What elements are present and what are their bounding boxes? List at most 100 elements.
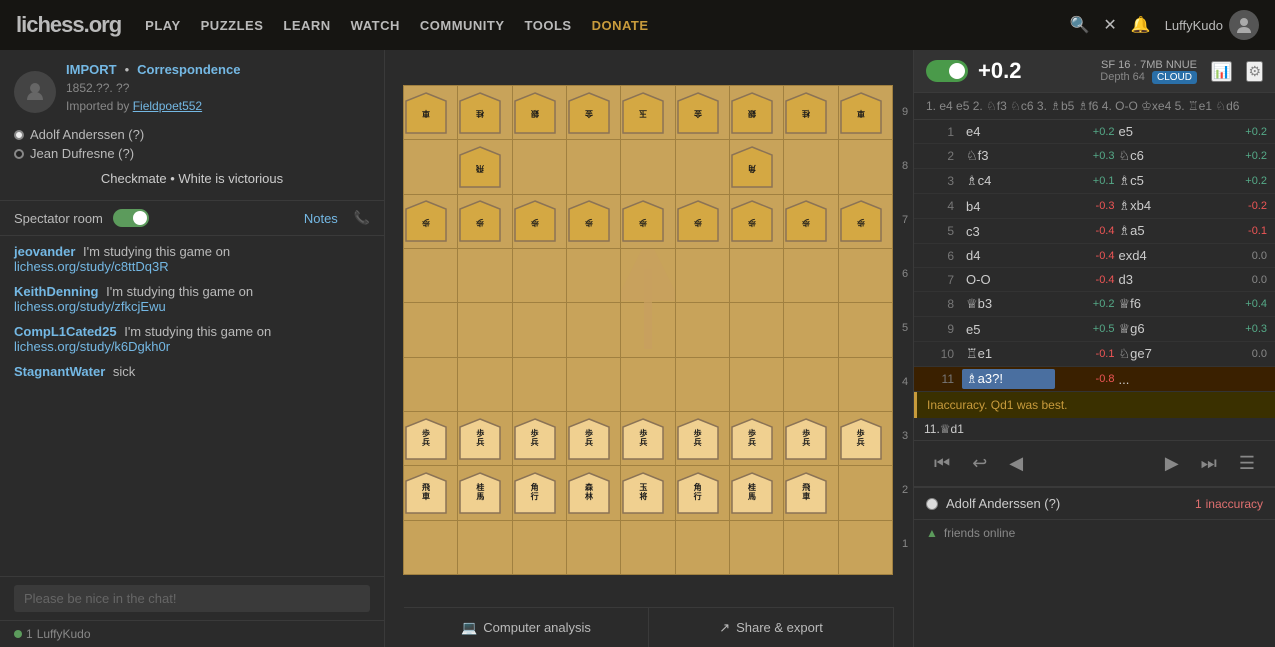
board-cell[interactable] <box>784 248 838 302</box>
board-cell[interactable]: 歩 <box>784 194 838 248</box>
move-1-black[interactable]: e5 <box>1115 122 1208 141</box>
move-11-white[interactable]: ♗a3?! <box>962 369 1055 389</box>
game-board[interactable]: 車 桂 銀 金 玉 <box>403 85 893 575</box>
move-7-black[interactable]: d3 <box>1115 270 1208 289</box>
board-cell[interactable]: 金 <box>675 86 729 140</box>
board-cell[interactable]: 車 <box>404 86 458 140</box>
board-cell[interactable] <box>729 248 783 302</box>
board-cell[interactable] <box>566 520 620 574</box>
board-cell[interactable] <box>729 357 783 411</box>
move-2-black[interactable]: ♘c6 <box>1115 146 1208 166</box>
board-cell[interactable]: 角 <box>729 140 783 194</box>
nav-watch[interactable]: WATCH <box>351 18 400 33</box>
board-cell[interactable] <box>675 248 729 302</box>
board-cell[interactable] <box>621 520 675 574</box>
board-cell[interactable]: 角行 <box>512 466 566 520</box>
last-move-button[interactable]: ⏭ <box>1193 449 1225 478</box>
chat-link-2[interactable]: lichess.org/study/k6Dgkh0r <box>14 339 370 354</box>
board-cell[interactable]: 歩 <box>838 194 892 248</box>
board-cell[interactable] <box>566 357 620 411</box>
board-cell[interactable] <box>458 357 512 411</box>
move-10-black[interactable]: ♘ge7 <box>1115 344 1208 364</box>
move-1-white[interactable]: e4 <box>962 122 1055 141</box>
board-cell[interactable] <box>512 140 566 194</box>
board-cell[interactable] <box>784 357 838 411</box>
board-cell[interactable]: 玉将 <box>621 466 675 520</box>
menu-button[interactable]: ☰ <box>1231 449 1263 478</box>
site-logo[interactable]: lichess.org <box>16 12 121 38</box>
board-cell[interactable]: 金 <box>566 86 620 140</box>
board-cell[interactable]: 歩兵 <box>784 411 838 465</box>
board-cell[interactable] <box>458 248 512 302</box>
board-cell[interactable] <box>512 357 566 411</box>
board-cell[interactable] <box>729 303 783 357</box>
engine-settings-button[interactable]: ⚙ <box>1246 61 1263 82</box>
engine-toggle[interactable] <box>926 60 968 82</box>
close-button[interactable]: ✕ <box>1103 15 1116 35</box>
board-cell[interactable] <box>675 140 729 194</box>
board-cell[interactable] <box>404 520 458 574</box>
board-cell[interactable]: 角行 <box>675 466 729 520</box>
import-link[interactable]: IMPORT <box>66 62 117 77</box>
board-cell[interactable] <box>621 140 675 194</box>
notification-button[interactable]: 🔔 <box>1131 15 1151 35</box>
board-cell[interactable]: 歩兵 <box>404 411 458 465</box>
board-cell[interactable]: 桂馬 <box>458 466 512 520</box>
board-cell[interactable] <box>621 303 675 357</box>
importer-link[interactable]: Fieldpoet552 <box>133 99 202 113</box>
move-10-white[interactable]: ♖e1 <box>962 344 1055 364</box>
board-cell[interactable] <box>566 140 620 194</box>
engine-graph-button[interactable]: 📊 <box>1211 61 1232 82</box>
board-cell[interactable] <box>838 303 892 357</box>
board-cell[interactable]: 歩兵 <box>566 411 620 465</box>
move-8-white[interactable]: ♕b3 <box>962 294 1055 314</box>
move-6-white[interactable]: d4 <box>962 246 1055 265</box>
board-cell[interactable] <box>404 357 458 411</box>
nav-community[interactable]: COMMUNITY <box>420 18 505 33</box>
board-cell[interactable] <box>512 520 566 574</box>
move-9-white[interactable]: e5 <box>962 320 1055 339</box>
board-cell[interactable] <box>404 303 458 357</box>
nav-learn[interactable]: LEARN <box>283 18 330 33</box>
prev-variation-button[interactable]: ↩ <box>964 449 995 478</box>
board-cell[interactable] <box>838 520 892 574</box>
board-cell[interactable]: 歩 <box>566 194 620 248</box>
chat-input[interactable] <box>14 585 370 612</box>
nav-tools[interactable]: TOOLS <box>525 18 572 33</box>
board-cell[interactable] <box>784 303 838 357</box>
board-cell[interactable] <box>404 140 458 194</box>
board-cell[interactable]: 飛車 <box>784 466 838 520</box>
share-export-button[interactable]: ↗ Share & export <box>649 608 894 647</box>
board-cell[interactable]: 桂 <box>458 86 512 140</box>
move-2-white[interactable]: ♘f3 <box>962 146 1055 166</box>
board-cell[interactable]: 桂馬 <box>729 466 783 520</box>
board-cell[interactable]: 歩兵 <box>621 411 675 465</box>
board-cell[interactable] <box>838 140 892 194</box>
board-cell[interactable] <box>512 248 566 302</box>
board-cell[interactable] <box>784 520 838 574</box>
move-11-black[interactable]: ... <box>1115 370 1208 389</box>
nav-play[interactable]: PLAY <box>145 18 180 33</box>
board-cell[interactable] <box>729 520 783 574</box>
board-cell[interactable]: 歩兵 <box>729 411 783 465</box>
board-cell[interactable] <box>404 248 458 302</box>
correspondence-link[interactable]: Correspondence <box>137 62 240 77</box>
board-cell[interactable] <box>621 357 675 411</box>
board-cell[interactable]: 銀 <box>729 86 783 140</box>
board-cell[interactable] <box>838 466 892 520</box>
board-cell[interactable] <box>512 303 566 357</box>
move-4-black[interactable]: ♗xb4 <box>1115 196 1208 216</box>
move-6-black[interactable]: exd4 <box>1115 246 1208 265</box>
spectator-toggle[interactable] <box>113 209 149 227</box>
move-9-black[interactable]: ♕g6 <box>1115 319 1208 339</box>
board-cell[interactable]: 飛 <box>458 140 512 194</box>
board-cell[interactable] <box>566 248 620 302</box>
board-cell[interactable] <box>566 303 620 357</box>
notes-button[interactable]: Notes <box>304 211 338 226</box>
board-cell[interactable] <box>675 303 729 357</box>
board-cell[interactable]: 桂 <box>784 86 838 140</box>
first-move-button[interactable]: ⏮ <box>926 449 958 478</box>
move-4-white[interactable]: b4 <box>962 197 1055 216</box>
prev-move-button[interactable]: ◀ <box>1001 449 1031 478</box>
board-cell[interactable]: 歩兵 <box>838 411 892 465</box>
